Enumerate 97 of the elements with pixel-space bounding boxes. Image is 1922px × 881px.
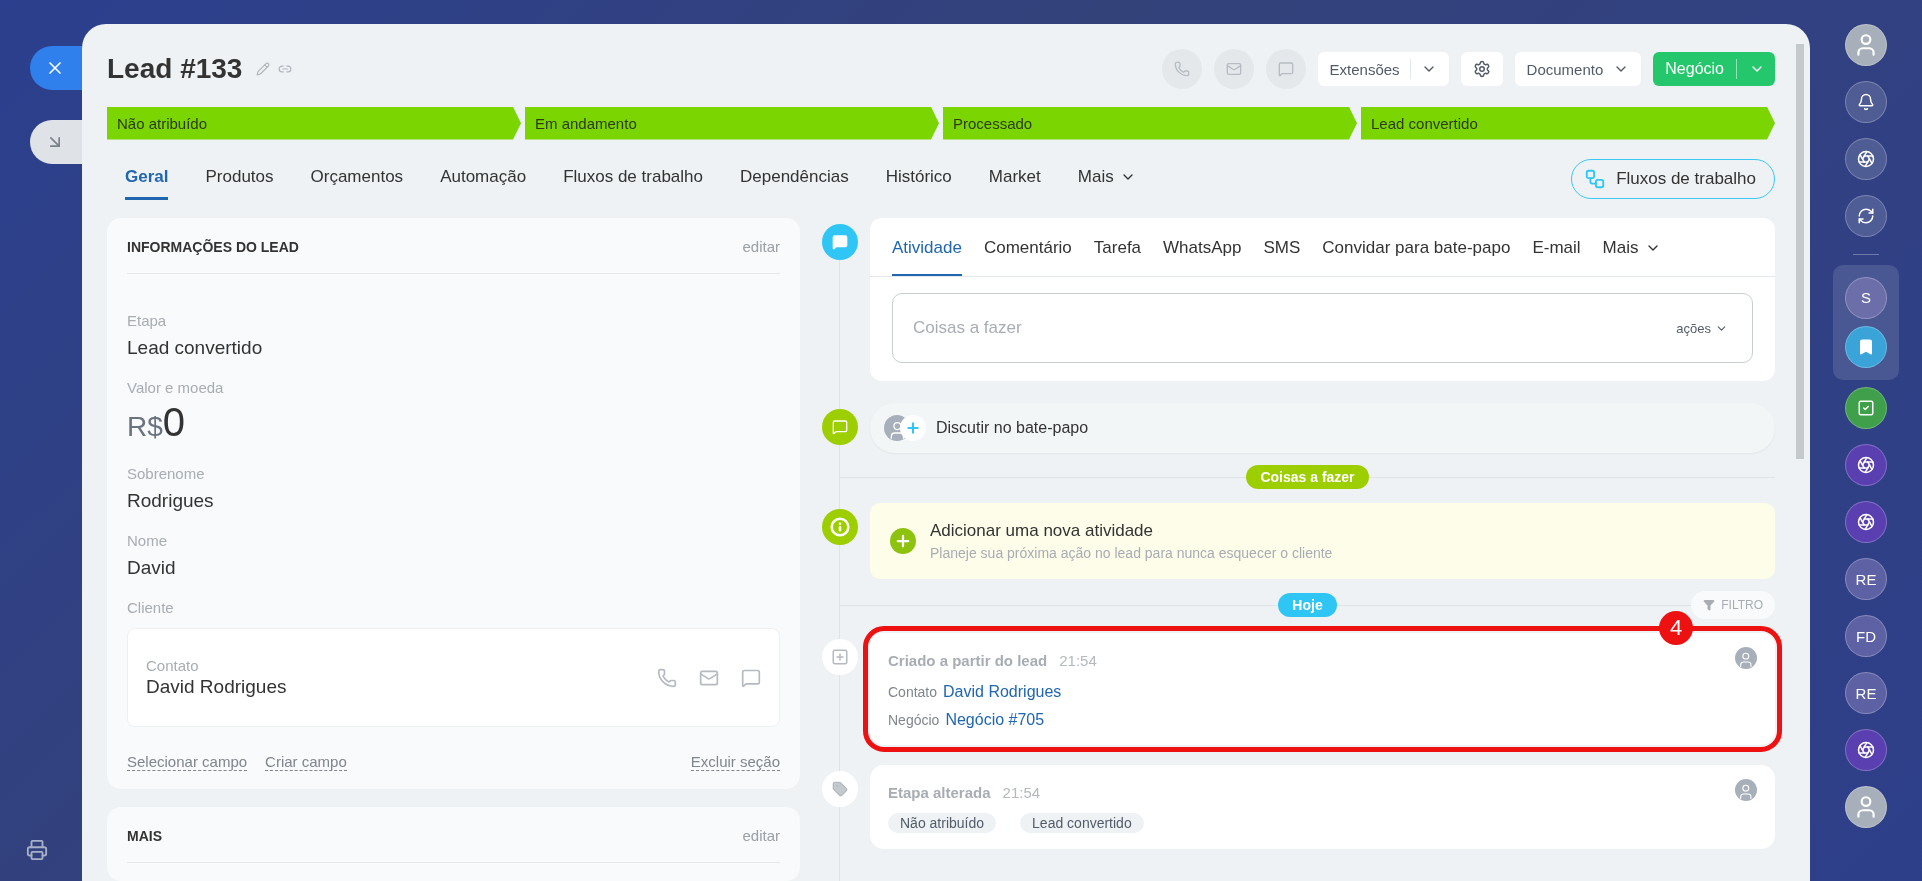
initials-button[interactable]: S [1845, 276, 1887, 319]
workflow-icon [1584, 167, 1607, 190]
avatar [1735, 779, 1757, 801]
stage-step[interactable]: Em andamento [525, 106, 939, 140]
user-avatar[interactable] [1845, 786, 1887, 828]
tab[interactable]: Dependências [740, 157, 849, 201]
activity-tab[interactable]: Convidar para bate-papo [1322, 218, 1511, 276]
field-link[interactable]: Selecionar campo [127, 753, 248, 771]
stage-step[interactable]: Processado [943, 106, 1357, 140]
comment-icon [822, 224, 858, 260]
bell-icon [1857, 92, 1875, 111]
initials-button[interactable]: RE [1845, 558, 1887, 600]
field-value: David [127, 557, 177, 579]
phone-icon [1173, 61, 1190, 78]
event-label: Negócio [888, 712, 940, 728]
tab[interactable]: Automação [440, 157, 527, 201]
field-label: Valor e moeda [127, 379, 225, 396]
initials-button[interactable]: RE [1845, 672, 1887, 714]
tab[interactable]: Geral [125, 157, 169, 201]
field-label: Nome [127, 532, 168, 549]
plus-icon [900, 415, 926, 441]
info-icon [822, 509, 858, 545]
field-label: Sobrenome [127, 465, 206, 482]
document-button[interactable]: Documento [1514, 52, 1642, 87]
activity-tab[interactable]: E-mail [1532, 218, 1581, 276]
tab[interactable]: Orçamentos [310, 157, 404, 201]
stage-step[interactable]: Não atribuído [107, 106, 521, 140]
event-link[interactable]: David Rodrigues [943, 683, 1062, 701]
delete-section-link[interactable]: Excluir seção [690, 753, 780, 771]
annotation-badge: 4 [1659, 611, 1693, 645]
tab[interactable]: Fluxos de trabalho [563, 157, 703, 201]
currency-symbol: R$ [127, 411, 163, 443]
plus-icon [890, 528, 916, 554]
page-title: Lead #133 [107, 53, 243, 86]
section-title: INFORMAÇÕES DO LEAD [127, 238, 299, 255]
more-tab[interactable]: Mais [1602, 218, 1661, 276]
field-link[interactable]: Criar campo [265, 753, 347, 771]
activity-tab[interactable]: WhatsApp [1163, 218, 1242, 276]
notifications-button[interactable] [1845, 80, 1887, 123]
close-button[interactable] [30, 46, 82, 90]
event-title: Criado a partir do lead [888, 651, 1048, 669]
todo-field[interactable]: Coisas a fazer ações [892, 293, 1753, 363]
app-button[interactable] [1845, 444, 1887, 486]
field-value: Rodrigues [127, 490, 215, 512]
activity-tab[interactable]: Comentário [983, 218, 1072, 276]
add-activity-card[interactable]: Adicionar uma nova atividade Planeje sua próxima ação no lead para nunca esquecer o cliente [870, 503, 1775, 579]
add-activity-hint: Planeje sua próxima ação no lead para nunca esquecer o cliente [930, 545, 1333, 561]
amount-value: 0 [162, 400, 186, 445]
contact-name: David Rodrigues [146, 676, 287, 698]
activity-tab[interactable]: Tarefa [1093, 218, 1142, 276]
chat-icon [822, 409, 858, 445]
extensions-button[interactable]: Extensões [1317, 52, 1449, 87]
print-button[interactable] [26, 839, 48, 861]
printer-icon [26, 839, 48, 861]
event-link[interactable]: Negócio #705 [945, 711, 1045, 729]
stage-step[interactable]: Lead convertido [1361, 106, 1775, 140]
event-time: 21:54 [1002, 783, 1041, 801]
today-badge: Hoje [1278, 593, 1337, 617]
mail-icon [1225, 61, 1242, 78]
field-label: Etapa [127, 312, 168, 329]
settings-button[interactable] [1460, 52, 1503, 87]
more-tab[interactable]: Mais [1077, 157, 1136, 201]
bookmark-icon [1857, 338, 1875, 356]
event-title: Etapa alterada [888, 783, 991, 801]
discuss-chat-button[interactable]: Discutir no bate-papo [870, 403, 1775, 453]
minimize-button[interactable] [30, 120, 82, 164]
filter-icon [1703, 599, 1716, 611]
tag-icon [822, 771, 858, 807]
chat-icon [1277, 61, 1294, 78]
scrollbar[interactable] [1796, 44, 1804, 459]
section-title: MAIS [127, 827, 162, 844]
avatar [1735, 647, 1757, 669]
tab[interactable]: Produtos [205, 157, 274, 201]
event-time: 21:54 [1059, 651, 1097, 669]
contact-label: Contato [146, 657, 200, 674]
activity-tab[interactable]: SMS [1263, 218, 1301, 276]
actions-dropdown[interactable]: ações [1670, 319, 1734, 337]
tab[interactable]: Market [988, 157, 1041, 201]
stage-chip: Não atribuído [888, 813, 997, 833]
checkbox-icon [1857, 399, 1875, 417]
bookmark-button[interactable] [1845, 326, 1887, 368]
todo-badge: Coisas a fazer [1246, 465, 1369, 489]
arrows-icon [1857, 206, 1875, 225]
settings-icon [1472, 60, 1491, 79]
initials-button[interactable]: FD [1845, 615, 1887, 657]
stage-chip: Lead convertido [1020, 813, 1144, 833]
app-button[interactable] [1845, 501, 1887, 543]
field-label: Cliente [127, 599, 175, 616]
user-avatar[interactable] [1845, 23, 1887, 66]
activity-tab[interactable]: Atividade [892, 218, 962, 276]
add-item-icon [822, 639, 858, 675]
app-button[interactable] [1845, 729, 1887, 771]
tab[interactable]: Histórico [885, 157, 952, 201]
add-activity-title: Adicionar uma nova atividade [930, 521, 1155, 541]
task-button[interactable] [1845, 387, 1887, 429]
field-value: Lead convertido [127, 337, 264, 359]
event-label: Contato [888, 684, 938, 700]
